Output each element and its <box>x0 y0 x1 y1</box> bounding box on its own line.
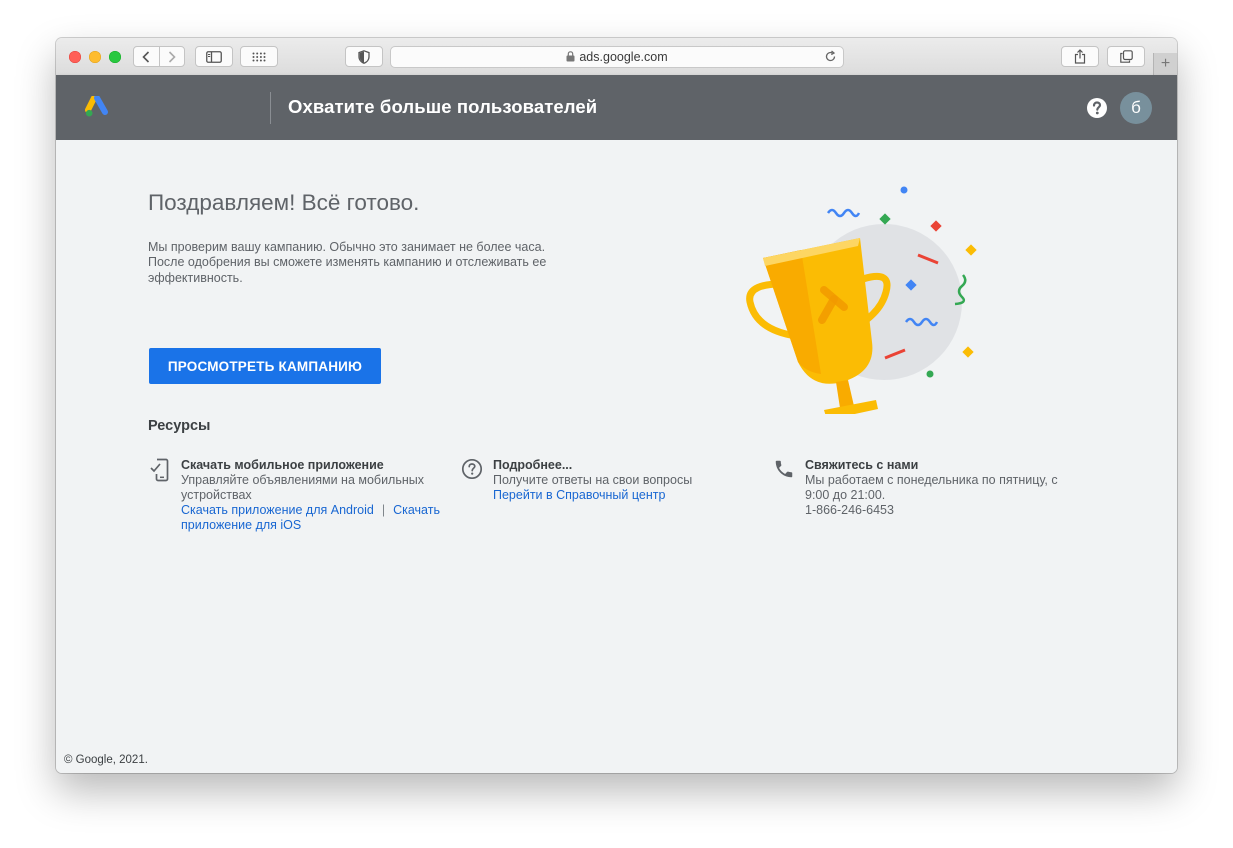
browser-toolbar: ads.google.com + <box>56 38 1177 76</box>
zoom-window-button[interactable] <box>109 51 121 63</box>
success-heading: Поздравляем! Всё готово. <box>148 190 420 215</box>
duplicate-tabs-icon <box>1119 50 1133 63</box>
new-tab-button[interactable]: + <box>1153 53 1177 75</box>
address-bar[interactable]: ads.google.com <box>390 46 844 68</box>
sidebar-button[interactable] <box>195 46 233 67</box>
description-line-2: После одобрения вы сможете изменять камп… <box>148 255 547 285</box>
shield-icon <box>358 49 370 64</box>
minimize-window-button[interactable] <box>89 51 101 63</box>
reload-icon[interactable] <box>824 50 837 63</box>
header-divider <box>270 92 271 124</box>
sidebar-icon <box>206 50 222 63</box>
url-text: ads.google.com <box>579 50 668 64</box>
trophy-illustration <box>746 186 977 414</box>
grid-icon <box>252 52 266 61</box>
link-separator: | <box>381 503 386 517</box>
google-ads-logo-icon[interactable] <box>85 96 109 118</box>
back-button[interactable] <box>134 47 159 66</box>
forward-button[interactable] <box>158 47 185 66</box>
main-content: Поздравляем! Всё готово. Мы проверим ваш… <box>56 140 1177 773</box>
help-icon[interactable] <box>1086 97 1108 119</box>
description-line-1: Мы проверим вашу кампанию. Обычно это за… <box>148 240 546 254</box>
resources-heading: Ресурсы <box>148 418 211 434</box>
page-title: Охватите больше пользователей <box>288 96 598 117</box>
navigation-buttons <box>133 46 185 67</box>
avatar[interactable]: б <box>1120 92 1152 124</box>
browser-window: ads.google.com + Охватите больше пользов… <box>56 38 1177 773</box>
tabs-button[interactable] <box>1107 46 1145 67</box>
phone-icon <box>775 460 793 478</box>
resource-title: Скачать мобильное приложение <box>181 458 384 472</box>
mobile-app-icon <box>150 458 169 482</box>
close-window-button[interactable] <box>69 51 81 63</box>
resource-title: Свяжитесь с нами <box>805 458 919 472</box>
share-button[interactable] <box>1061 46 1099 67</box>
app-header: Охватите больше пользователей б <box>56 75 1177 140</box>
privacy-shield-button[interactable] <box>345 46 383 67</box>
share-icon <box>1074 49 1086 64</box>
help-center-link[interactable]: Перейти в Справочный центр <box>493 488 665 502</box>
resource-text: Мы работаем с понедельника по пятницу, с… <box>805 473 1058 502</box>
android-app-link[interactable]: Скачать приложение для Android <box>181 503 374 517</box>
resource-text: Управляйте объявлениями на мобильных уст… <box>181 473 424 502</box>
view-campaign-button[interactable]: ПРОСМОТРЕТЬ КАМПАНИЮ <box>149 348 381 384</box>
help-circle-icon <box>461 458 483 480</box>
chevron-right-icon <box>168 50 176 63</box>
lock-icon <box>566 51 575 62</box>
resource-title: Подробнее... <box>493 458 573 472</box>
tab-overview-button[interactable] <box>240 46 278 67</box>
resource-text: Получите ответы на свои вопросы <box>493 473 693 487</box>
success-description: Мы проверим вашу кампанию. Обычно это за… <box>148 240 568 286</box>
footer-copyright: © Google, 2021. <box>64 754 148 766</box>
chevron-left-icon <box>142 50 150 63</box>
phone-number: 1-866-246-6453 <box>805 503 894 517</box>
